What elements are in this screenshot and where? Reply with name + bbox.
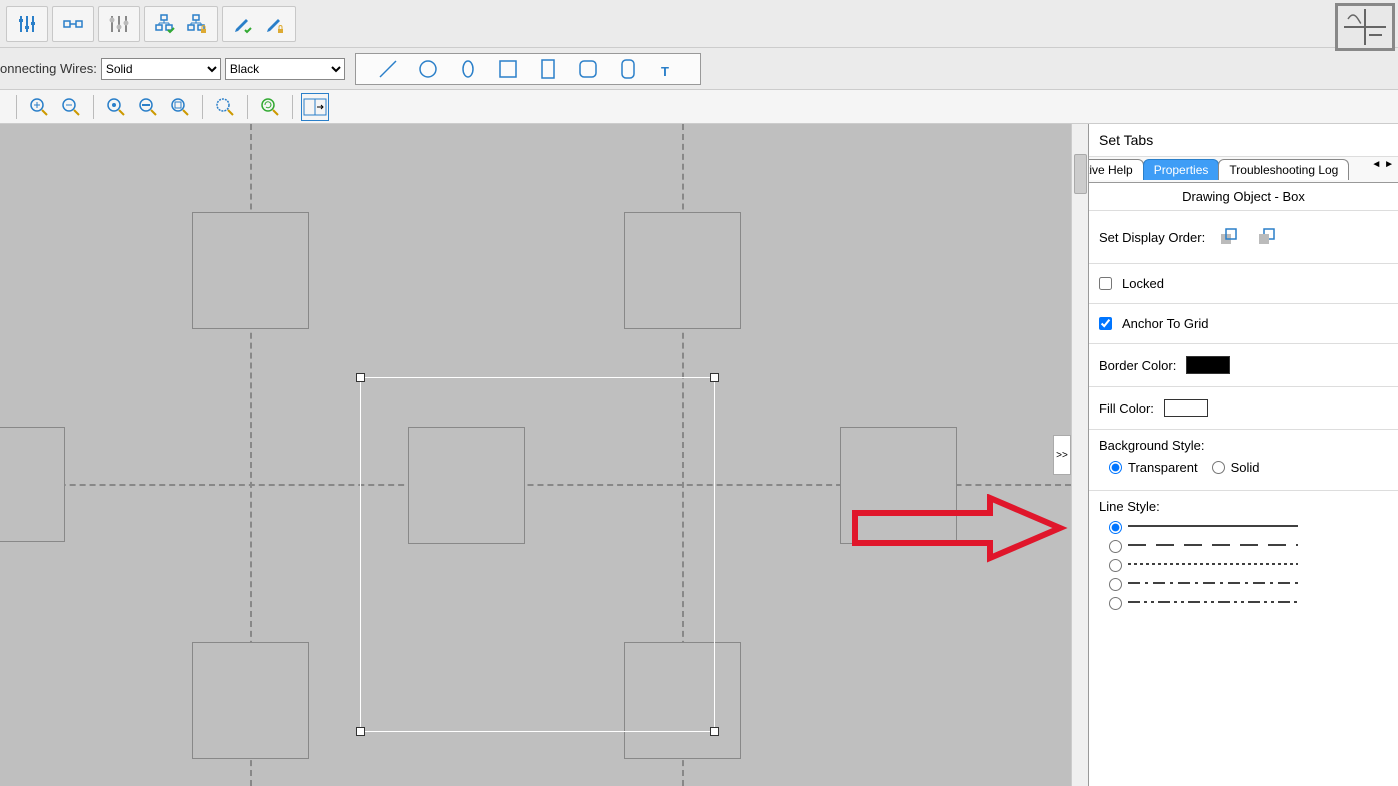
- text-tool-icon[interactable]: T: [654, 55, 682, 83]
- zoom-page-icon[interactable]: [166, 93, 194, 121]
- hierarchy-lock-icon[interactable]: [183, 10, 211, 38]
- bring-forward-icon[interactable]: [1215, 223, 1243, 251]
- circle-tool-icon[interactable]: [414, 55, 442, 83]
- tab-troubleshoot[interactable]: Troubleshooting Log: [1218, 159, 1349, 180]
- canvas-box[interactable]: [192, 642, 309, 759]
- border-color-label: Border Color:: [1099, 358, 1176, 373]
- locked-checkbox[interactable]: [1099, 277, 1112, 290]
- line-style-dot[interactable]: [1109, 556, 1388, 575]
- bg-style-label: Background Style:: [1099, 438, 1388, 453]
- canvas-box[interactable]: [192, 212, 309, 329]
- tab-properties[interactable]: Properties: [1143, 159, 1220, 180]
- sliders-grey-icon[interactable]: [105, 10, 133, 38]
- zoom-out-icon[interactable]: [57, 93, 85, 121]
- selection-box[interactable]: [360, 377, 715, 732]
- hierarchy-check-icon[interactable]: [151, 10, 179, 38]
- zoom-refresh-icon[interactable]: [256, 93, 284, 121]
- line-style-solid[interactable]: [1109, 518, 1388, 537]
- line-style-dashdotdot[interactable]: [1109, 594, 1388, 613]
- toolbar-1: [0, 0, 1398, 48]
- tab-nav-arrows[interactable]: ◄ ►: [1371, 159, 1394, 170]
- zoom-in-icon[interactable]: [25, 93, 53, 121]
- toolbar-group-sliders: [6, 6, 48, 42]
- bg-solid-radio-row[interactable]: Solid: [1212, 457, 1260, 478]
- display-order-label: Set Display Order:: [1099, 230, 1205, 245]
- scope-icon[interactable]: [1335, 3, 1395, 51]
- anchor-label: Anchor To Grid: [1122, 316, 1208, 331]
- svg-text:T: T: [661, 64, 669, 79]
- zoom-selection-icon[interactable]: [211, 93, 239, 121]
- toggle-view-icon[interactable]: [301, 93, 329, 121]
- vertical-scrollbar[interactable]: [1071, 124, 1088, 786]
- toolbar-group-sliders2: [98, 6, 140, 42]
- toolbar-group-link: [52, 6, 94, 42]
- panel-tabs: tive Help Properties Troubleshooting Log…: [1089, 157, 1398, 183]
- anchor-checkbox[interactable]: [1099, 317, 1112, 330]
- canvas-box[interactable]: [0, 427, 65, 542]
- canvas[interactable]: >>: [0, 124, 1071, 786]
- bg-transparent-radio-row[interactable]: Transparent: [1109, 457, 1198, 478]
- zoom-width-icon[interactable]: [134, 93, 162, 121]
- toolbar-3: [0, 90, 1398, 124]
- square-tool-icon[interactable]: [494, 55, 522, 83]
- fill-color-swatch[interactable]: [1164, 399, 1208, 417]
- line-tool-icon[interactable]: [374, 55, 402, 83]
- anchor-checkbox-row[interactable]: Anchor To Grid: [1099, 312, 1388, 335]
- toolbar-2: onnecting Wires: Solid Black T: [0, 48, 1398, 90]
- rounded-square-tool-icon[interactable]: [574, 55, 602, 83]
- set-tabs-header[interactable]: Set Tabs: [1089, 124, 1398, 157]
- toolbar-group-pencil: [222, 6, 296, 42]
- zoom-fit-all-icon[interactable]: [102, 93, 130, 121]
- handle-nw[interactable]: [356, 373, 365, 382]
- canvas-box[interactable]: [624, 212, 741, 329]
- send-backward-icon[interactable]: [1253, 223, 1281, 251]
- tab-help[interactable]: tive Help: [1089, 159, 1144, 180]
- handle-ne[interactable]: [710, 373, 719, 382]
- main-area: >> Set Tabs tive Help Properties Trouble…: [0, 124, 1398, 786]
- properties-panel: Set Tabs tive Help Properties Troublesho…: [1088, 124, 1398, 786]
- bg-solid-radio[interactable]: [1212, 461, 1225, 474]
- rounded-rect-tool-icon[interactable]: [614, 55, 642, 83]
- locked-label: Locked: [1122, 276, 1164, 291]
- arrow-annotation: [850, 494, 1070, 564]
- shape-tools: T: [355, 53, 701, 85]
- sliders-icon[interactable]: [13, 10, 41, 38]
- drawing-object-title: Drawing Object - Box: [1089, 183, 1398, 211]
- handle-sw[interactable]: [356, 727, 365, 736]
- pencil-lock-icon[interactable]: [261, 10, 289, 38]
- rect-tool-icon[interactable]: [534, 55, 562, 83]
- scrollbar-thumb[interactable]: [1074, 154, 1087, 194]
- bg-transparent-radio[interactable]: [1109, 461, 1122, 474]
- collapse-panel-button[interactable]: >>: [1053, 435, 1071, 475]
- wire-style-select[interactable]: Solid: [101, 58, 221, 80]
- line-style-dashdot[interactable]: [1109, 575, 1388, 594]
- ellipse-tool-icon[interactable]: [454, 55, 482, 83]
- border-color-swatch[interactable]: [1186, 356, 1230, 374]
- fill-color-label: Fill Color:: [1099, 401, 1154, 416]
- line-style-label: Line Style:: [1099, 499, 1388, 514]
- locked-checkbox-row[interactable]: Locked: [1099, 272, 1388, 295]
- link-icon[interactable]: [59, 10, 87, 38]
- toolbar-group-hierarchy: [144, 6, 218, 42]
- pencil-check-icon[interactable]: [229, 10, 257, 38]
- wire-color-select[interactable]: Black: [225, 58, 345, 80]
- connecting-wires-label: onnecting Wires:: [0, 61, 97, 76]
- line-style-dash[interactable]: [1109, 537, 1388, 556]
- handle-se[interactable]: [710, 727, 719, 736]
